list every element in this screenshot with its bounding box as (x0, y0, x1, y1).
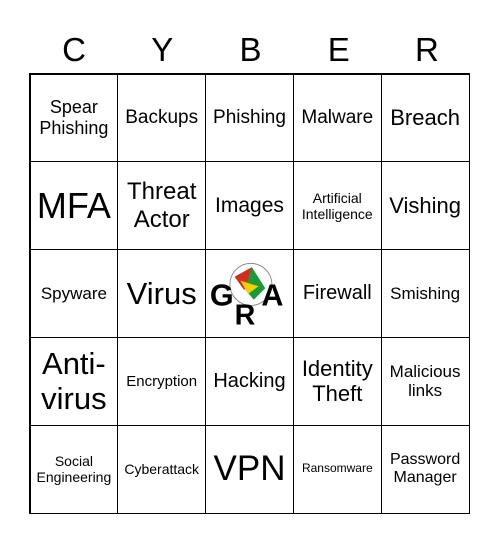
bingo-cell[interactable]: Encryption (117, 336, 207, 426)
bingo-cell[interactable]: Phishing (205, 73, 294, 163)
cell-label: Cyberattack (124, 461, 200, 478)
bingo-cell[interactable]: Threat Actor (117, 161, 207, 251)
bingo-cell[interactable]: VPN (205, 424, 294, 514)
bingo-cell[interactable]: Identity Theft (292, 336, 382, 426)
bingo-cell[interactable]: Anti-virus (29, 336, 119, 426)
free-space-logo[interactable]: GRA (205, 249, 294, 338)
cell-label: Images (215, 193, 284, 217)
bingo-cell[interactable]: Password Manager (380, 424, 470, 514)
cell-label: Encryption (126, 372, 198, 390)
cell-label: Anti-virus (41, 345, 107, 417)
cell-label: Smishing (390, 283, 461, 303)
bingo-grid: Spear Phishing Backups Phishing Malware Brea… (29, 73, 470, 514)
cell-label: Ransomware (301, 461, 373, 476)
bingo-cell[interactable]: Backups (117, 73, 207, 163)
cell-label: Threat Actor (127, 178, 197, 233)
cell-label: Firewall (302, 281, 372, 304)
cell-label: Spyware (40, 283, 107, 303)
svg-text:R: R (235, 300, 256, 332)
header-letter: E (327, 31, 350, 68)
header-letter: B (239, 31, 262, 68)
header-letter: R (414, 31, 439, 68)
bingo-cell[interactable]: Social Engineering (29, 424, 119, 514)
bingo-cell[interactable]: Hacking (205, 336, 294, 426)
cell-label: Spear Phishing (39, 97, 109, 138)
bingo-cell[interactable]: Smishing (380, 249, 470, 338)
cell-label: Virus (126, 275, 197, 311)
bingo-cell[interactable]: MFA (29, 161, 119, 251)
bingo-cell[interactable]: Images (205, 161, 294, 251)
cell-label: Malicious links (389, 361, 461, 401)
bingo-cell[interactable]: Virus (117, 249, 207, 338)
cell-label: Malware (301, 106, 374, 128)
bingo-header: CYBER (30, 30, 471, 70)
cell-label: Artificial Intelligence (301, 189, 373, 222)
cell-label: VPN (213, 448, 286, 488)
cell-label: Hacking (213, 369, 286, 392)
bingo-cell[interactable]: Breach (380, 73, 470, 163)
bingo-cell[interactable]: Spyware (29, 249, 119, 338)
bingo-cell[interactable]: Firewall (292, 249, 382, 338)
bingo-cell[interactable]: Artificial Intelligence (292, 161, 382, 251)
bingo-cell[interactable]: Malware (292, 73, 382, 163)
cell-label: Breach (390, 105, 460, 131)
bingo-cell[interactable]: Cyberattack (117, 424, 207, 514)
cell-label: Identity Theft (301, 355, 373, 407)
header-letter: C (62, 31, 87, 68)
bingo-cell[interactable]: Malicious links (380, 336, 470, 426)
svg-text:A: A (262, 279, 284, 313)
cell-label: MFA (36, 185, 111, 226)
cell-label: Backups (125, 106, 199, 128)
gra-logo-icon: GRA (210, 263, 284, 332)
header-letter: Y (151, 31, 174, 68)
bingo-cell[interactable]: Spear Phishing (29, 73, 119, 163)
bingo-cell[interactable]: Ransomware (292, 424, 382, 514)
svg-text:G: G (210, 279, 234, 313)
cell-label: Social Engineering (36, 453, 112, 486)
cell-label: Phishing (213, 106, 286, 128)
cell-label: Password Manager (389, 450, 461, 487)
cell-label: Vishing (389, 193, 461, 219)
bingo-cell[interactable]: Vishing (380, 161, 470, 251)
